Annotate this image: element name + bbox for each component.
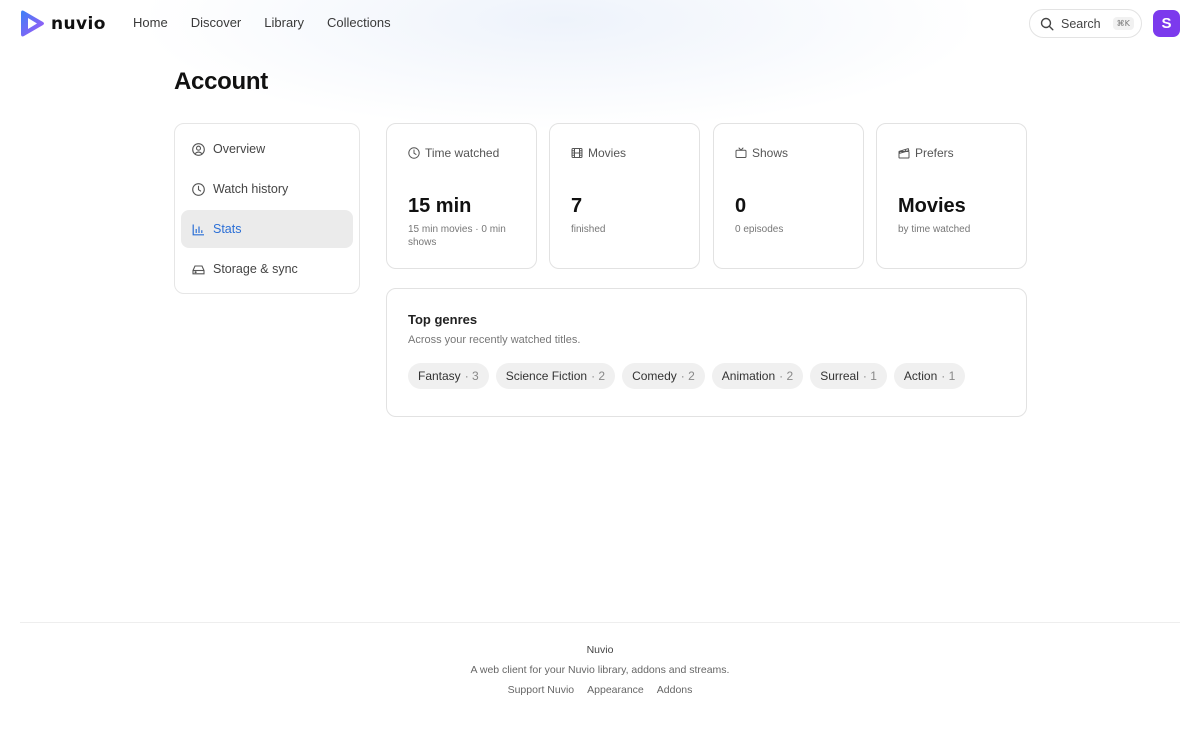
clock-icon bbox=[408, 147, 420, 159]
footer-link-support[interactable]: Support Nuvio bbox=[508, 684, 575, 696]
sidebar-item-label: Stats bbox=[213, 222, 242, 236]
stat-card-label: Time watched bbox=[425, 146, 500, 160]
stat-card-value: 0 bbox=[735, 195, 747, 217]
bar-chart-icon bbox=[192, 224, 204, 235]
main-nav: Home Discover Library Collections bbox=[133, 15, 414, 31]
avatar[interactable]: S bbox=[1153, 10, 1180, 37]
clapperboard-icon bbox=[898, 147, 910, 159]
nav-home[interactable]: Home bbox=[133, 15, 168, 31]
genre-chip[interactable]: Comedy · 2 bbox=[622, 363, 705, 389]
stat-card-subtext: finished bbox=[571, 224, 606, 235]
logo-wordmark: nuvio bbox=[51, 13, 106, 34]
genre-chip[interactable]: Fantasy · 3 bbox=[408, 363, 489, 389]
stat-card-header: Prefers bbox=[898, 145, 1026, 161]
genre-name: Surreal bbox=[820, 369, 859, 383]
stat-card-label: Shows bbox=[752, 146, 789, 160]
top-genres-subtitle: Across your recently watched titles. bbox=[408, 334, 581, 346]
top-genres-panel: Top genres Across your recently watched … bbox=[386, 288, 1027, 417]
genre-name: Animation bbox=[721, 369, 776, 383]
genre-name: Action bbox=[903, 369, 938, 383]
nav-collections[interactable]: Collections bbox=[327, 15, 391, 31]
footer-links: Support Nuvio Appearance Addons bbox=[0, 684, 1200, 696]
footer-divider bbox=[20, 622, 1180, 623]
sidebar-item-stats[interactable]: Stats bbox=[181, 210, 353, 248]
search-icon bbox=[1040, 17, 1054, 30]
tv-icon bbox=[735, 147, 747, 159]
logo[interactable]: nuvio bbox=[20, 10, 106, 37]
genre-chip[interactable]: Animation · 2 bbox=[711, 363, 804, 389]
stat-card-prefers: Prefers Movies by time watched bbox=[876, 123, 1027, 269]
film-icon bbox=[571, 148, 583, 158]
top-bar: nuvio Home Discover Library Collections … bbox=[0, 0, 1200, 46]
stat-card-value: 7 bbox=[571, 195, 583, 217]
stat-card-shows: Shows 0 0 episodes bbox=[713, 123, 864, 269]
search-shortcut: ⌘K bbox=[1112, 17, 1134, 30]
genre-name: Comedy bbox=[632, 369, 677, 383]
logo-icon bbox=[21, 10, 44, 37]
stat-card-subtext: 0 episodes bbox=[735, 224, 784, 235]
genre-count: · 2 bbox=[779, 369, 794, 383]
stat-card-time-watched: Time watched 15 min 15 min movies · 0 mi… bbox=[386, 123, 537, 269]
genre-name: Fantasy bbox=[418, 369, 461, 383]
nav-library[interactable]: Library bbox=[264, 15, 304, 31]
page-title: Account bbox=[174, 68, 268, 95]
hard-drive-icon bbox=[192, 264, 205, 274]
search-button[interactable]: Search ⌘K bbox=[1029, 9, 1142, 38]
stat-card-value: 15 min bbox=[408, 195, 472, 217]
sidebar-item-label: Storage & sync bbox=[213, 262, 298, 276]
sidebar-item-label: Watch history bbox=[213, 182, 289, 196]
stat-card-subtext: 15 min movies · 0 min shows bbox=[408, 224, 506, 248]
footer-link-appearance[interactable]: Appearance bbox=[587, 684, 644, 696]
footer-brand: Nuvio bbox=[586, 644, 614, 656]
genre-chip[interactable]: Surreal · 1 bbox=[810, 363, 887, 389]
genre-chip-list: Fantasy · 3 Science Fiction · 2 Comedy ·… bbox=[408, 363, 1026, 389]
genre-chip[interactable]: Science Fiction · 2 bbox=[495, 363, 616, 389]
clock-icon bbox=[192, 182, 205, 196]
stat-card-header: Movies bbox=[571, 145, 699, 161]
stat-card-label: Movies bbox=[588, 146, 627, 160]
footer-tagline: A web client for your Nuvio library, add… bbox=[470, 664, 730, 676]
genre-name: Science Fiction bbox=[505, 369, 588, 383]
genre-count: · 2 bbox=[591, 369, 606, 383]
stat-card-value: Movies bbox=[898, 195, 966, 217]
stat-card-label: Prefers bbox=[915, 146, 954, 160]
sidebar-item-storage-sync[interactable]: Storage & sync bbox=[181, 250, 353, 288]
genre-chip[interactable]: Action · 1 bbox=[893, 363, 966, 389]
stat-card-header: Time watched bbox=[408, 145, 536, 161]
stats-cards: Time watched 15 min 15 min movies · 0 mi… bbox=[386, 123, 1027, 269]
search-label: Search bbox=[1061, 16, 1101, 31]
sidebar-item-watch-history[interactable]: Watch history bbox=[181, 170, 353, 208]
nav-discover[interactable]: Discover bbox=[191, 15, 242, 31]
sidebar-item-overview[interactable]: Overview bbox=[181, 130, 353, 168]
account-sidebar: Overview Watch history Stats Storage & s… bbox=[174, 123, 360, 294]
footer-link-addons[interactable]: Addons bbox=[657, 684, 693, 696]
footer: Nuvio A web client for your Nuvio librar… bbox=[0, 644, 1200, 696]
stat-card-movies: Movies 7 finished bbox=[549, 123, 700, 269]
top-genres-title: Top genres bbox=[408, 312, 478, 327]
genre-count: · 1 bbox=[862, 369, 877, 383]
user-circle-icon bbox=[192, 142, 205, 156]
sidebar-item-label: Overview bbox=[213, 142, 266, 156]
genre-count: · 1 bbox=[941, 369, 956, 383]
genre-count: · 3 bbox=[464, 369, 479, 383]
stat-card-header: Shows bbox=[735, 145, 863, 161]
stat-card-subtext: by time watched bbox=[898, 224, 971, 235]
genre-count: · 2 bbox=[680, 369, 695, 383]
